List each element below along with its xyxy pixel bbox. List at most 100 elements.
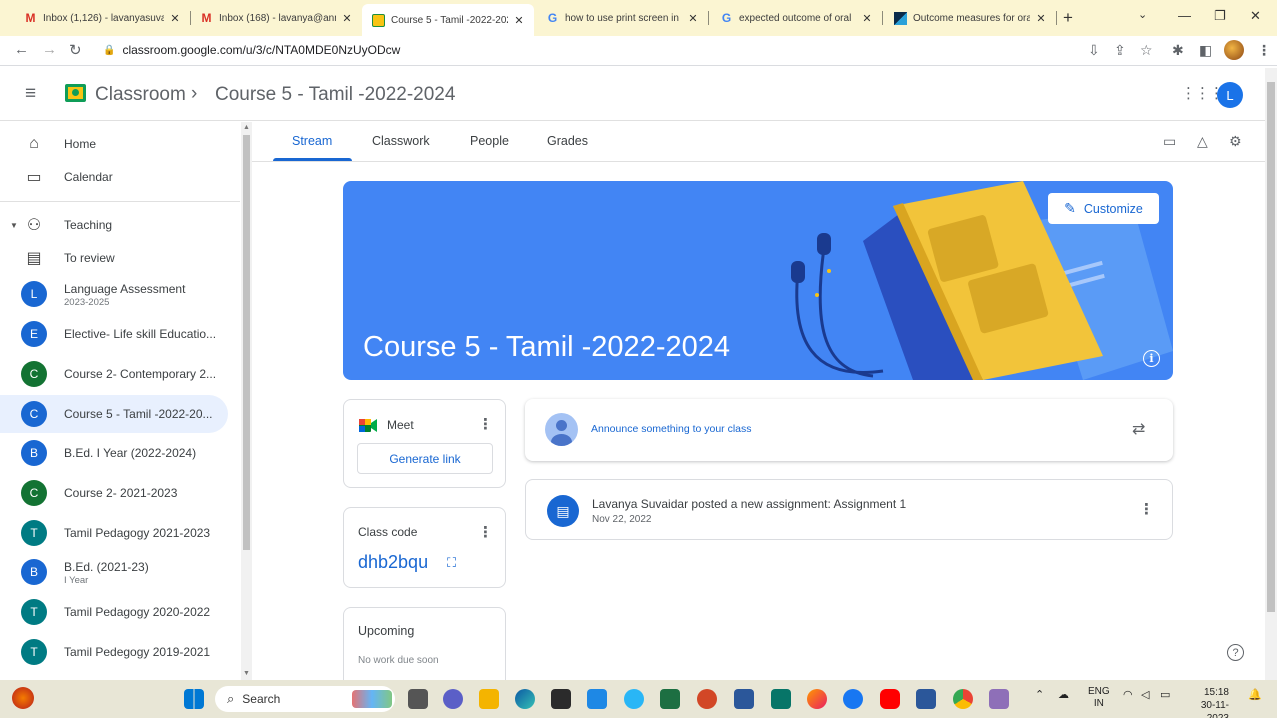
more-options-icon[interactable]: ⋮ (1139, 500, 1154, 518)
browser-tab-outcome-measures[interactable]: Outcome measures for oral ✕ (884, 6, 1057, 30)
file-explorer-icon[interactable] (479, 689, 499, 709)
publisher-icon[interactable] (771, 689, 791, 709)
snipping-tool-icon[interactable] (989, 689, 1009, 709)
sidebar-item-calendar[interactable]: ▭ Calendar (0, 158, 236, 196)
windows-start-icon[interactable] (184, 689, 204, 709)
customize-button[interactable]: ✎ Customize (1048, 193, 1159, 224)
extensions-icon[interactable]: ✱ (1172, 42, 1184, 59)
help-icon[interactable]: ? (1227, 644, 1244, 661)
forward-icon[interactable]: → (42, 41, 57, 58)
caret-down-icon[interactable]: ▼ (10, 221, 18, 230)
word-icon[interactable] (734, 689, 754, 709)
close-tab-icon[interactable]: ✕ (168, 12, 182, 25)
classroom-header: ≡ Classroom › Course 5 - Tamil -2022-202… (0, 67, 1277, 121)
firefox-icon[interactable] (807, 689, 827, 709)
edge-icon[interactable] (515, 689, 535, 709)
address-bar[interactable]: 🔒 classroom.google.com/u/3/c/NTA0MDE0NzU… (103, 43, 400, 57)
sidebar-class-item[interactable]: T Tamil Pedagogy 2021-2023 (0, 514, 236, 552)
more-options-icon[interactable]: ⋮ (478, 415, 493, 433)
browser-tab-expected-outcome[interactable]: G expected outcome of oral ✕ (710, 6, 883, 30)
info-icon[interactable]: i (1143, 350, 1160, 367)
browser-menu-icon[interactable]: ⋮ (1257, 42, 1271, 59)
wifi-icon[interactable]: ◠ (1123, 688, 1133, 701)
back-icon[interactable]: ← (14, 41, 29, 58)
class-code-card: Class code ⋮ dhb2bqu ⛶ (343, 507, 506, 588)
sidebar-class-item[interactable]: E Elective- Life skill Educatio... (0, 315, 236, 353)
weather-icon[interactable] (12, 687, 34, 709)
sidebar-class-item[interactable]: T Tamil Pedegogy 2019-2021 (0, 633, 236, 671)
tab-people[interactable]: People (470, 134, 509, 148)
close-tab-icon[interactable]: ✕ (512, 14, 526, 27)
close-tab-icon[interactable]: ✕ (1034, 12, 1048, 25)
word-icon[interactable] (916, 689, 936, 709)
browser-tab-inbox-1[interactable]: M Inbox (1,126) - lavanyasuvaidar@ ✕ (14, 6, 191, 30)
show-hidden-icons-icon[interactable]: ⌃ (1035, 688, 1044, 701)
excel-icon[interactable] (660, 689, 680, 709)
minimize-icon[interactable]: — (1178, 8, 1191, 23)
taskbar-clock[interactable]: 15:18 30-11-2023 (1187, 686, 1229, 718)
fullscreen-icon[interactable]: ⛶ (447, 555, 456, 571)
app-title[interactable]: Classroom (95, 84, 186, 106)
battery-icon[interactable]: ▭ (1160, 688, 1170, 701)
breadcrumb-course[interactable]: Course 5 - Tamil -2022-2024 (215, 84, 455, 106)
volume-icon[interactable]: ◁ (1141, 688, 1149, 701)
sidebar-class-item[interactable]: C Course 2- Contemporary 2... (0, 355, 236, 393)
reload-icon[interactable]: ↻ (69, 41, 82, 59)
announce-box[interactable]: Announce something to your class ⇄ (525, 399, 1173, 461)
post-title[interactable]: Lavanya Suvaidar posted a new assignment… (592, 497, 906, 511)
side-panel-icon[interactable]: ◧ (1199, 42, 1212, 59)
browser-tab-classroom[interactable]: Course 5 - Tamil -2022-2024 ✕ (362, 4, 534, 36)
microsoft-store-icon[interactable] (551, 689, 571, 709)
task-view-icon[interactable] (408, 689, 428, 709)
sidebar-item-to-review[interactable]: ▤ To review (0, 239, 236, 277)
tab-stream[interactable]: Stream (292, 134, 332, 148)
scroll-down-icon[interactable]: ▼ (243, 670, 250, 677)
settings-gear-icon[interactable]: ⚙ (1229, 133, 1242, 150)
generate-link-button[interactable]: Generate link (357, 443, 493, 474)
stream-post[interactable]: ▤ Lavanya Suvaidar posted a new assignme… (525, 479, 1173, 540)
calendar-icon[interactable]: ▭ (1163, 133, 1176, 150)
drive-icon[interactable]: △ (1197, 133, 1208, 150)
youtube-icon[interactable] (880, 689, 900, 709)
close-tab-icon[interactable]: ✕ (686, 12, 700, 25)
tab-search-icon[interactable]: ⌄ (1138, 8, 1147, 21)
class-avatar: B (21, 440, 47, 466)
classroom-logo-icon[interactable] (65, 84, 86, 102)
app-icon[interactable] (624, 689, 644, 709)
account-avatar[interactable]: L (1217, 82, 1243, 108)
announce-placeholder[interactable]: Announce something to your class (591, 423, 752, 435)
tab-classwork[interactable]: Classwork (372, 134, 430, 148)
share-icon[interactable]: ⇪ (1114, 42, 1126, 59)
tab-grades[interactable]: Grades (547, 134, 588, 148)
app-icon[interactable] (587, 689, 607, 709)
close-tab-icon[interactable]: ✕ (860, 12, 874, 25)
facebook-icon[interactable] (843, 689, 863, 709)
close-window-icon[interactable]: ✕ (1250, 8, 1261, 24)
browser-tab-print-screen[interactable]: G how to use print screen in ✕ (536, 6, 709, 30)
sidebar-class-item-active[interactable]: C Course 5 - Tamil -2022-20... (0, 395, 228, 433)
sidebar-scrollbar-thumb[interactable] (243, 135, 250, 550)
install-icon[interactable]: ⇩ (1088, 42, 1100, 59)
more-options-icon[interactable]: ⋮ (478, 523, 493, 541)
bookmark-star-icon[interactable]: ☆ (1140, 42, 1153, 59)
powerpoint-icon[interactable] (697, 689, 717, 709)
restore-icon[interactable]: ❐ (1214, 8, 1226, 24)
repost-icon[interactable]: ⇄ (1132, 419, 1145, 439)
sidebar-class-item[interactable]: B B.Ed. (2021-23) I Year (0, 553, 236, 591)
chrome-icon[interactable] (953, 689, 973, 709)
browser-tab-inbox-2[interactable]: M Inbox (168) - lavanya@annaiveilankanni… (190, 6, 362, 30)
main-scrollbar-thumb[interactable] (1267, 82, 1275, 612)
new-tab-icon[interactable]: + (1063, 8, 1073, 28)
hamburger-menu-icon[interactable]: ≡ (25, 83, 36, 105)
sidebar-class-item[interactable]: C Course 2- 2021-2023 (0, 474, 236, 512)
cloud-icon[interactable]: ☁ (1058, 688, 1069, 701)
notification-bell-icon[interactable]: 🔔 (1248, 688, 1262, 701)
scroll-up-icon[interactable]: ▲ (243, 124, 250, 131)
sidebar-class-item[interactable]: L Language Assessment 2023-2025 (0, 275, 236, 313)
sidebar-class-item[interactable]: T Tamil Pedagogy 2020-2022 (0, 593, 236, 631)
sidebar-class-item[interactable]: B B.Ed. I Year (2022-2024) (0, 434, 236, 472)
language-indicator[interactable]: ENG IN (1088, 686, 1110, 710)
close-tab-icon[interactable]: ✕ (340, 12, 354, 25)
browser-profile-avatar[interactable] (1224, 40, 1244, 60)
teams-chat-icon[interactable] (443, 689, 463, 709)
